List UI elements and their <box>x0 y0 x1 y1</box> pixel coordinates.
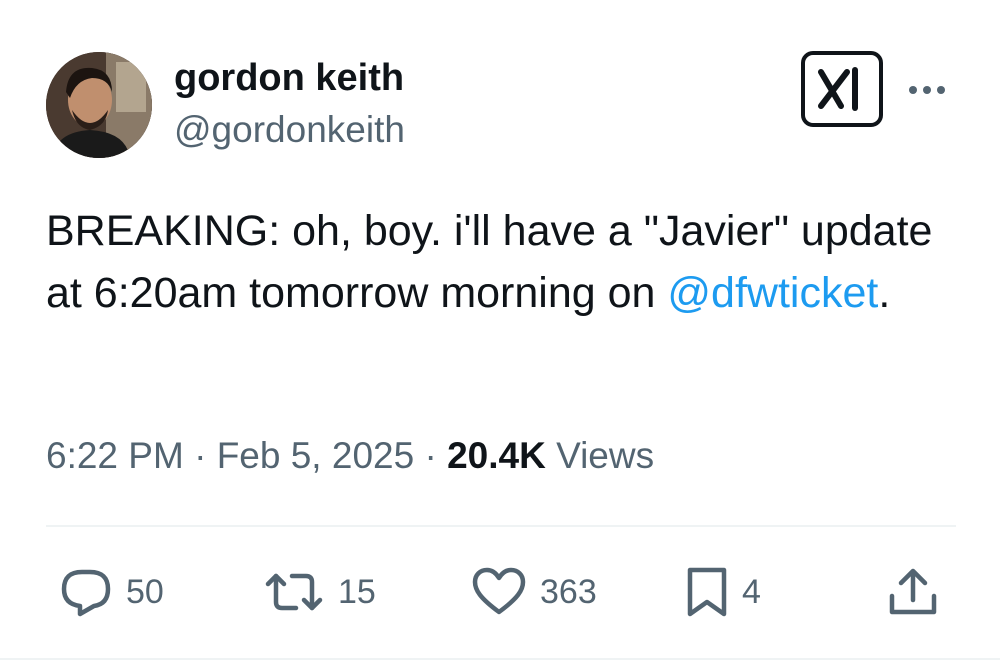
grok-icon <box>818 67 858 111</box>
avatar[interactable] <box>46 52 152 158</box>
bottom-divider <box>0 658 1000 660</box>
tweet-text-end: . <box>878 269 891 317</box>
retweet-count: 15 <box>338 573 376 611</box>
meta-separator: · <box>424 435 437 476</box>
meta-separator: · <box>194 435 207 476</box>
views-label: Views <box>556 435 655 476</box>
bookmark-button[interactable]: 4 <box>684 566 761 618</box>
tweet-text: BREAKING: oh, boy. i'll have a "Javier" … <box>46 200 956 324</box>
reply-icon <box>61 569 111 617</box>
retweet-icon <box>265 573 323 611</box>
like-count: 363 <box>540 573 597 611</box>
reply-count: 50 <box>126 573 164 611</box>
tweet-time[interactable]: 6:22 PM <box>46 435 184 476</box>
tweet-card: gordon keith @gordonkeith BREAKING: oh, … <box>0 0 1000 669</box>
grok-button[interactable] <box>801 51 883 127</box>
heart-icon <box>472 567 526 615</box>
views-count[interactable]: 20.4K <box>447 435 546 476</box>
bookmark-icon <box>687 567 727 617</box>
bookmark-count: 4 <box>742 573 761 611</box>
retweet-button[interactable]: 15 <box>262 566 376 618</box>
tweet-meta: 6:22 PM · Feb 5, 2025 · 20.4K Views <box>46 432 654 480</box>
divider <box>46 525 956 527</box>
more-horizontal-icon <box>909 86 945 94</box>
author-display-name[interactable]: gordon keith <box>174 56 404 100</box>
more-options-button[interactable] <box>906 74 950 104</box>
like-button[interactable]: 363 <box>470 566 597 618</box>
mention-link[interactable]: @dfwticket <box>667 269 878 317</box>
share-button[interactable] <box>886 566 940 618</box>
share-icon <box>889 568 937 615</box>
avatar-photo <box>46 52 152 158</box>
tweet-date[interactable]: Feb 5, 2025 <box>217 435 414 476</box>
author-handle[interactable]: @gordonkeith <box>174 108 405 152</box>
reply-button[interactable]: 50 <box>58 566 164 618</box>
